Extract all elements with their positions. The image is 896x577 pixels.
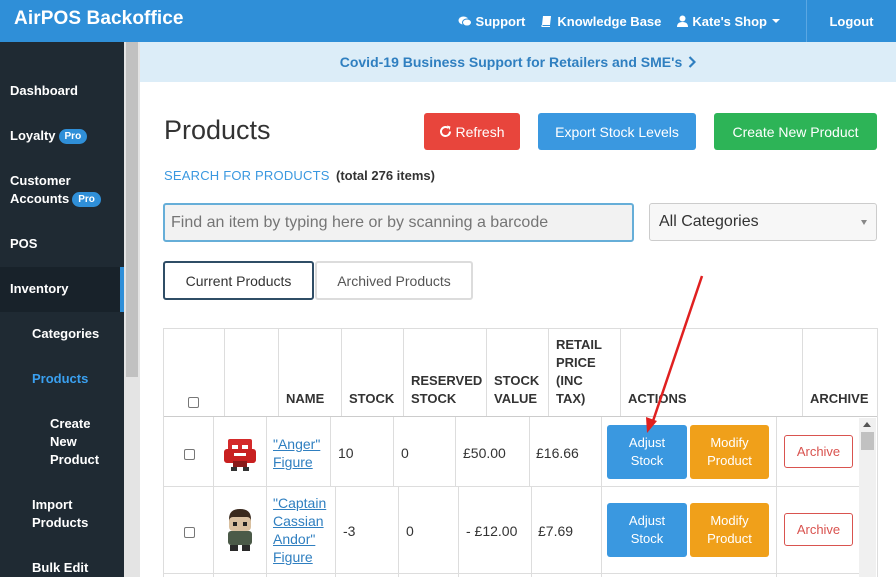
select-all-checkbox[interactable] xyxy=(188,397,199,408)
sidebar-item-create-new-product[interactable]: Create New Product xyxy=(0,415,124,469)
sidebar-item-dashboard[interactable]: Dashboard xyxy=(0,82,124,100)
nav-support[interactable]: Support xyxy=(458,13,526,29)
page-title: Products xyxy=(164,115,271,145)
sidebar-item-label: Product xyxy=(50,452,100,467)
book-icon xyxy=(541,16,552,27)
category-select-value: All Categories xyxy=(659,213,759,230)
reserved-value: 0 xyxy=(406,523,414,539)
row-checkbox[interactable] xyxy=(184,527,195,538)
product-name-link[interactable]: "Anger" Figure xyxy=(273,435,320,471)
sidebar-item-label: Bulk Edit xyxy=(32,560,89,575)
sidebar-item-label: Products xyxy=(32,371,89,386)
scrollbar-thumb[interactable] xyxy=(126,42,138,377)
sidebar-item-label: Customer xyxy=(10,173,71,188)
sidebar-item-bulk-edit[interactable]: Bulk Edit xyxy=(0,559,124,577)
nav-shop-dropdown[interactable]: Kate's Shop xyxy=(677,14,780,29)
adjust-stock-button[interactable]: Adjust Stock xyxy=(607,425,687,479)
sidebar-item-label: Import xyxy=(32,497,73,512)
row-checkbox[interactable] xyxy=(184,449,195,460)
scrollbar-thumb[interactable] xyxy=(861,432,874,450)
products-table: NAME STOCK RESERVED STOCK STOCK VALUE RETA… xyxy=(163,328,878,577)
sidebar-item-label: Products xyxy=(32,515,89,530)
export-stock-levels-button[interactable]: Export Stock Levels xyxy=(538,113,696,150)
header-archive: ARCHIVE xyxy=(810,391,869,406)
pro-badge: Pro xyxy=(72,192,101,207)
product-thumbnail xyxy=(224,439,256,471)
stock-value: -3 xyxy=(343,523,356,539)
sidebar-item-loyalty[interactable]: Loyalty Pro xyxy=(0,127,124,145)
stock-value-amount: £50.00 xyxy=(463,445,506,461)
refresh-label: Refresh xyxy=(455,123,505,140)
header-stock-value[interactable]: STOCK VALUE xyxy=(494,329,539,416)
sidebar-item-label: Create xyxy=(50,416,91,431)
create-new-product-button[interactable]: Create New Product xyxy=(714,113,877,150)
chevron-down-icon xyxy=(772,19,780,23)
header-name[interactable]: NAME xyxy=(286,329,324,416)
archive-button[interactable]: Archive xyxy=(784,435,853,468)
sidebar-item-label: POS xyxy=(10,236,38,251)
top-navbar: AirPOS Backoffice Support Knowledge Base… xyxy=(0,0,896,42)
tab-current-products[interactable]: Current Products xyxy=(163,261,314,300)
header-stock[interactable]: STOCK xyxy=(349,329,394,416)
logout-button[interactable]: Logout xyxy=(806,0,896,42)
chevron-right-icon xyxy=(688,56,697,68)
modify-product-button[interactable]: Modify Product xyxy=(690,425,769,479)
sidebar-item-label: New xyxy=(50,434,77,449)
sidebar-item-categories[interactable]: Categories xyxy=(0,325,124,343)
nav-knowledge-base[interactable]: Knowledge Base xyxy=(541,14,661,29)
sidebar-scrollbar[interactable] xyxy=(124,42,140,577)
sidebar-item-pos[interactable]: POS xyxy=(0,235,124,253)
archive-button[interactable]: Archive xyxy=(784,513,853,546)
table-scrollbar[interactable] xyxy=(859,418,876,577)
header-actions: ACTIONS xyxy=(628,391,687,406)
retail-price: £16.66 xyxy=(536,445,579,461)
sidebar-item-label: Inventory xyxy=(10,281,69,296)
nav-shop-label: Kate's Shop xyxy=(692,13,767,29)
sidebar-item-label: Dashboard xyxy=(10,83,78,98)
tab-archived-products[interactable]: Archived Products xyxy=(315,261,473,300)
refresh-icon xyxy=(440,125,452,137)
stock-value-amount: - £12.00 xyxy=(466,523,518,539)
header-reserved-stock[interactable]: RESERVED STOCK xyxy=(411,329,482,416)
product-name-link[interactable]: "Captain Cassian Andor" Figure xyxy=(273,494,326,566)
category-select[interactable]: All Categories xyxy=(649,203,877,241)
chat-bubbles-icon xyxy=(458,16,472,26)
sidebar-item-label: Accounts xyxy=(10,191,70,206)
banner-text: Covid-19 Business Support for Retailers … xyxy=(339,54,683,70)
brand-logo[interactable]: AirPOS Backoffice xyxy=(14,8,184,30)
modify-product-button[interactable]: Modify Product xyxy=(690,503,769,557)
reserved-value: 0 xyxy=(401,445,409,461)
total-count: (total 276 items) xyxy=(336,168,435,183)
header-retail-price[interactable]: RETAIL PRICE (INC TAX) xyxy=(556,329,602,416)
stock-value: 10 xyxy=(338,445,354,461)
search-label: SEARCH FOR PRODUCTS xyxy=(164,168,330,183)
adjust-stock-button[interactable]: Adjust Stock xyxy=(607,503,687,557)
sidebar-item-label: Loyalty xyxy=(10,128,56,143)
refresh-button[interactable]: Refresh xyxy=(424,113,520,150)
sidebar-item-customer-accounts[interactable]: Customer Accounts Pro xyxy=(0,172,124,208)
product-thumbnail xyxy=(228,509,252,551)
search-input[interactable] xyxy=(163,203,634,242)
covid-banner[interactable]: Covid-19 Business Support for Retailers … xyxy=(140,42,896,82)
sidebar: Dashboard Loyalty Pro Customer Accounts Pr… xyxy=(0,42,124,577)
pro-badge: Pro xyxy=(58,129,88,144)
retail-price: £7.69 xyxy=(538,523,574,539)
top-nav: Support Knowledge Base Kate's Shop Logou… xyxy=(458,0,896,42)
sidebar-item-label: Categories xyxy=(32,326,100,341)
scroll-up-icon[interactable] xyxy=(863,422,871,427)
nav-knowledge-base-label: Knowledge Base xyxy=(557,13,662,29)
sidebar-item-import-products[interactable]: Import Products xyxy=(0,496,124,532)
user-icon xyxy=(677,15,689,27)
sidebar-item-products[interactable]: Products xyxy=(0,370,124,388)
nav-support-label: Support xyxy=(475,13,526,29)
sidebar-item-inventory[interactable]: Inventory xyxy=(0,267,124,312)
chevron-down-icon xyxy=(861,220,867,225)
